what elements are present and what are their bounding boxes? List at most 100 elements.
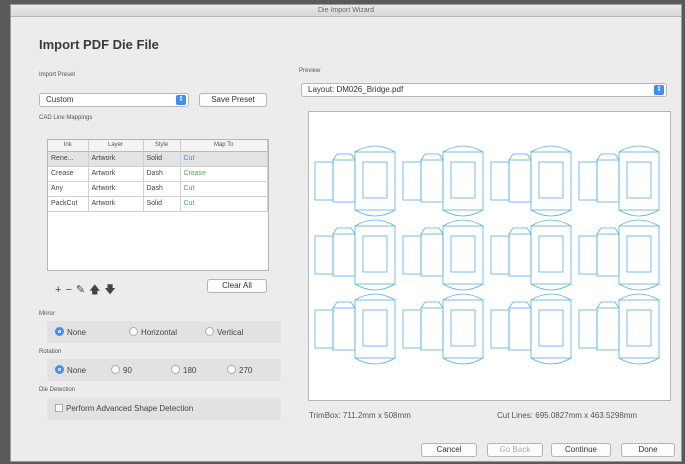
column-header-ink[interactable]: Ink xyxy=(48,140,89,152)
rotation-270-radio[interactable]: 270 xyxy=(227,365,252,375)
mirror-horizontal-radio[interactable]: Horizontal xyxy=(129,327,177,337)
mirror-vertical-radio[interactable]: Vertical xyxy=(205,327,243,337)
die-dust-flap xyxy=(420,301,444,309)
mirror-none-radio[interactable]: None xyxy=(55,327,86,337)
radio-label: None xyxy=(67,328,87,337)
die-tuck-bottom xyxy=(354,283,396,291)
die-window xyxy=(538,309,564,347)
cell-map-to[interactable]: Cut xyxy=(180,181,268,197)
die-dust-flap xyxy=(332,301,356,309)
table-row[interactable]: PackCut Artwork Solid Cut xyxy=(48,196,268,212)
save-preset-button[interactable]: Save Preset xyxy=(199,93,267,107)
die-panel-front xyxy=(354,225,396,285)
die-panel-front xyxy=(618,225,660,285)
die-panel-front xyxy=(442,151,484,211)
die-tuck-bottom xyxy=(442,209,484,217)
cell-ink: Any xyxy=(48,181,89,197)
die-window xyxy=(450,161,476,199)
die-flap-left xyxy=(402,235,422,275)
cell-ink: Crease xyxy=(48,166,89,182)
rotation-90-radio[interactable]: 90 xyxy=(111,365,132,375)
radio-selected-icon xyxy=(55,327,64,336)
cell-layer: Artwork xyxy=(88,196,144,212)
move-down-icon[interactable]: 🡇 xyxy=(104,284,119,296)
cell-map-to[interactable]: Cut xyxy=(180,151,268,167)
cad-mappings-table: Ink Layer Style Map To Rene... Artwork S… xyxy=(47,139,269,271)
die-flap-left xyxy=(314,309,334,349)
done-button[interactable]: Done xyxy=(621,443,675,457)
advanced-detection-checkbox[interactable]: Perform Advanced Shape Detection xyxy=(55,404,193,413)
cell-layer: Artwork xyxy=(88,151,144,167)
die-tuck-bottom xyxy=(354,209,396,217)
die-flap-left xyxy=(578,235,598,275)
die-tuck-top xyxy=(618,145,660,153)
die-dust-flap xyxy=(596,153,620,161)
edit-pencil-icon[interactable]: ✎ xyxy=(76,284,89,296)
die-window xyxy=(626,161,652,199)
import-preset-select[interactable]: Custom ⇕ xyxy=(39,93,189,107)
column-header-layer[interactable]: Layer xyxy=(88,140,144,152)
die-panel-front xyxy=(442,299,484,359)
add-icon[interactable]: + xyxy=(55,284,65,296)
die-panel-side xyxy=(420,307,444,351)
mirror-group: None Horizontal Vertical xyxy=(47,321,281,343)
die-panel-side xyxy=(508,307,532,351)
die-panel-front xyxy=(354,299,396,359)
column-header-map-to[interactable]: Map To xyxy=(180,140,268,152)
clear-all-button[interactable]: Clear All xyxy=(207,279,267,293)
die-preview-canvas[interactable] xyxy=(308,111,671,401)
cell-map-to[interactable]: Cut xyxy=(180,196,268,212)
die-tuck-top xyxy=(442,145,484,153)
remove-icon[interactable]: − xyxy=(65,284,75,296)
die-tuck-top xyxy=(442,219,484,227)
die-tuck-top xyxy=(530,219,572,227)
cell-style: Dash xyxy=(143,181,181,197)
die-dust-flap xyxy=(420,227,444,235)
radio-icon xyxy=(111,365,120,374)
die-detection-group: Perform Advanced Shape Detection xyxy=(47,398,281,420)
cell-map-to[interactable]: Crease xyxy=(180,166,268,182)
die-flap-left xyxy=(490,235,510,275)
die-tuck-top xyxy=(354,145,396,153)
cell-style: Solid xyxy=(143,196,181,212)
die-dust-flap xyxy=(508,227,532,235)
rotation-group: None 90 180 270 xyxy=(47,359,281,381)
die-panel-front xyxy=(442,225,484,285)
cad-mappings-label: CAD Line Mappings xyxy=(39,115,93,121)
radio-label: 90 xyxy=(123,366,132,375)
table-row[interactable]: Any Artwork Dash Cut xyxy=(48,181,268,197)
die-tuck-top xyxy=(354,293,396,301)
die-flap-left xyxy=(578,309,598,349)
continue-button[interactable]: Continue xyxy=(551,443,611,457)
radio-selected-icon xyxy=(55,365,64,374)
column-header-style[interactable]: Style xyxy=(143,140,181,152)
die-window xyxy=(450,235,476,273)
die-layout-drawing xyxy=(314,145,660,365)
rotation-label: Rotation xyxy=(39,349,62,355)
table-row[interactable]: Rene... Artwork Solid Cut xyxy=(48,151,268,167)
die-window xyxy=(626,309,652,347)
cell-ink: PackCut xyxy=(48,196,89,212)
die-panel-front xyxy=(530,299,572,359)
rotation-none-radio[interactable]: None xyxy=(55,365,86,375)
die-tuck-bottom xyxy=(530,283,572,291)
move-up-icon[interactable]: 🡅 xyxy=(89,284,104,296)
die-tuck-top xyxy=(442,293,484,301)
go-back-button[interactable]: Go Back xyxy=(487,443,543,457)
table-row[interactable]: Crease Artwork Dash Crease xyxy=(48,166,268,182)
cell-style: Solid xyxy=(143,151,181,167)
cancel-button[interactable]: Cancel xyxy=(421,443,477,457)
cell-style: Dash xyxy=(143,166,181,182)
layout-select[interactable]: Layout: DM026_Bridge.pdf ⇕ xyxy=(301,83,667,97)
die-panel-side xyxy=(508,159,532,203)
die-tuck-top xyxy=(530,293,572,301)
page-title: Import PDF Die File xyxy=(39,37,159,52)
checkbox-label: Perform Advanced Shape Detection xyxy=(66,404,194,413)
die-panel-side xyxy=(332,233,356,277)
radio-icon xyxy=(129,327,138,336)
rotation-180-radio[interactable]: 180 xyxy=(171,365,196,375)
die-panel-side xyxy=(332,159,356,203)
die-panel-side xyxy=(420,159,444,203)
die-tuck-top xyxy=(354,219,396,227)
die-window xyxy=(538,235,564,273)
